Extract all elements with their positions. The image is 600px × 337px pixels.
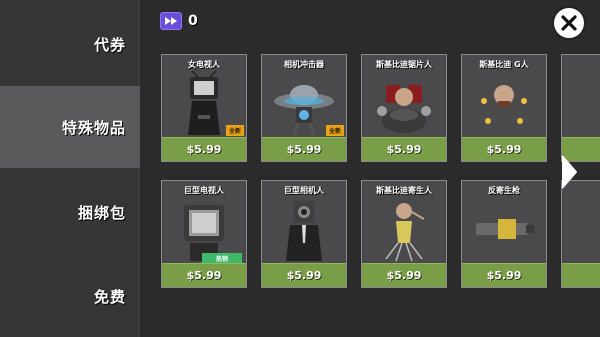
close-button[interactable] [554,8,584,38]
price-button[interactable]: $5.99 [362,263,446,287]
sidebar-item-tokens[interactable]: 代券 [0,2,140,86]
sidebar-item-special-items[interactable]: 特殊物品 [0,86,140,168]
product-card-gun[interactable]: 反寄生枪 $5.99 [461,180,547,288]
price-button[interactable]: $5.99 [162,263,246,287]
titan-camera-image [286,201,322,261]
product-card-titan-tv[interactable]: 巨型电视人 热销 $5.99 [161,180,247,288]
product-grid: 女电视人 全新 $5.99 相机冲击器 全新 $5.99 斯基比迪锯片人 $5.… [148,40,600,337]
product-name: 斯基比迪寄生人 [376,186,432,195]
product-name: 斯基比迪锯片人 [376,60,432,69]
product-card-parasite[interactable]: 斯基比迪寄生人 $5.99 [361,180,447,288]
close-icon [561,15,577,31]
price-button[interactable] [562,263,600,287]
product-card-tv-woman[interactable]: 女电视人 全新 $5.99 [161,54,247,162]
new-badge: 全新 [325,125,344,136]
g-toilet-image [480,85,528,129]
currency-value: 0 [188,13,198,29]
price-button[interactable]: $5.99 [362,137,446,161]
price-button[interactable]: $5.99 [262,137,346,161]
price-button[interactable]: $5.99 [462,263,546,287]
product-card-partial[interactable] [561,180,600,288]
product-card-camera-ufo[interactable]: 相机冲击器 全新 $5.99 [261,54,347,162]
saw-toilet-image [377,85,431,133]
price-button[interactable]: $5.99 [462,137,546,161]
product-name: 女电视人 [188,60,220,69]
currency-display: 0 [160,12,198,30]
fast-forward-ticket-icon [160,12,182,30]
product-card-saw-toilet[interactable]: 斯基比迪锯片人 $5.99 [361,54,447,162]
new-badge: 全新 [225,125,244,136]
product-name: 斯基比迪 G人 [479,60,529,69]
product-name: 巨型电视人 [184,186,224,195]
product-card-titan-camera[interactable]: 巨型相机人 $5.99 [261,180,347,288]
sidebar-item-bundles[interactable]: 捆绑包 [0,170,140,254]
next-page-arrow-icon[interactable] [558,152,580,192]
parasite-image [385,203,425,262]
product-name: 反寄生枪 [488,186,520,195]
sidebar-item-free[interactable]: 免费 [0,254,140,337]
gun-image [476,219,534,249]
category-sidebar: 代券 特殊物品 捆绑包 免费 [0,0,140,337]
product-name: 相机冲击器 [284,60,324,69]
product-name: 巨型相机人 [284,186,324,195]
product-card-g-toilet[interactable]: 斯基比迪 G人 $5.99 [461,54,547,162]
price-button[interactable]: $5.99 [162,137,246,161]
price-button[interactable]: $5.99 [262,263,346,287]
product-card-partial[interactable] [561,54,600,162]
